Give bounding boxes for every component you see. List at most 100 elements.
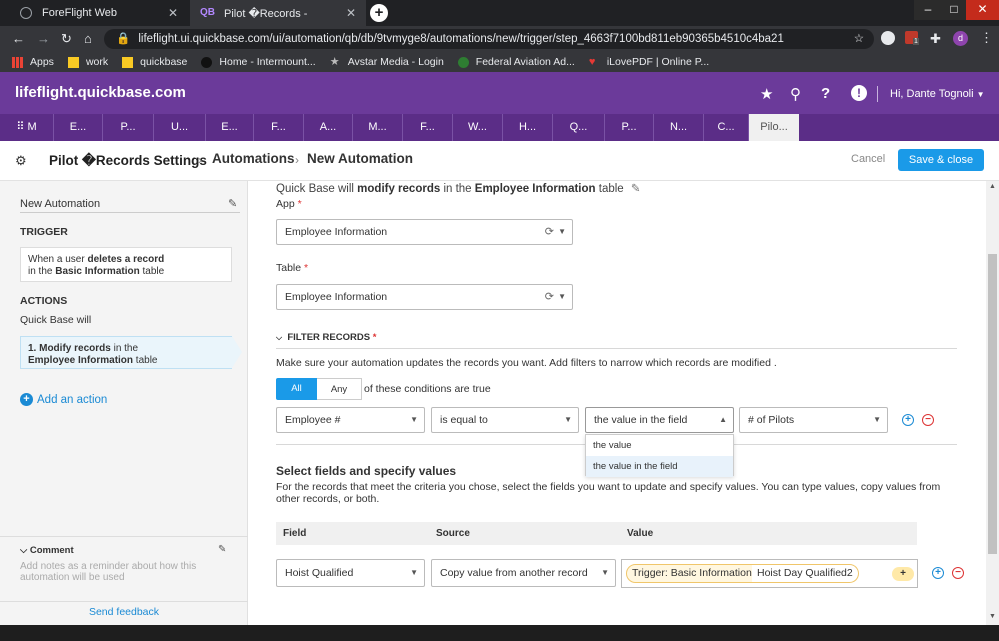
bookmark-faa[interactable]: Federal Aviation Ad... [457, 56, 575, 68]
refresh-icon[interactable]: ⟳ [545, 285, 554, 309]
pencil-icon[interactable]: ✎ [631, 183, 641, 195]
app-select[interactable]: Employee Information ⟳ ▼ [276, 219, 573, 245]
bookmark-ilovepdf[interactable]: ♥ iLovePDF | Online P... [589, 56, 709, 68]
condition-value-type-select[interactable]: the value in the field ▲ [585, 407, 734, 433]
pencil-icon[interactable]: ✎ [218, 544, 226, 555]
trigger-token[interactable]: Trigger: Basic Information [626, 564, 758, 583]
automation-name[interactable]: New Automation [20, 198, 100, 210]
remove-condition-icon[interactable]: − [922, 414, 934, 426]
app-tab[interactable]: N... [654, 114, 704, 141]
bookmark-intermountain[interactable]: Home - Intermount... [201, 56, 316, 68]
app-tab[interactable]: E... [54, 114, 103, 141]
browser-tab-foreflight[interactable]: ForeFlight Web ✕ [10, 0, 188, 26]
app-tab[interactable]: W... [453, 114, 503, 141]
add-action-button[interactable]: + Add an action [20, 393, 107, 406]
close-tab-icon[interactable]: ✕ [168, 6, 178, 20]
close-tab-icon[interactable]: ✕ [346, 6, 356, 20]
grid-icon: ⠿ [16, 121, 25, 133]
url-input[interactable]: 🔒 lifeflight.ui.quickbase.com/ui/automati… [104, 29, 874, 49]
gear-icon[interactable]: ⚙ [15, 153, 27, 169]
scroll-down-icon[interactable]: ▼ [989, 613, 996, 620]
app-tab[interactable]: P... [605, 114, 654, 141]
tab-title: ForeFlight Web [42, 7, 117, 19]
cancel-button[interactable]: Cancel [851, 153, 885, 165]
dropdown-option[interactable]: the value [586, 435, 733, 456]
favorites-star-icon[interactable]: ★ [760, 85, 773, 103]
bookmark-star-icon[interactable]: ☆ [854, 29, 864, 49]
row-source-select[interactable]: Copy value from another record ▼ [431, 559, 616, 587]
scroll-up-icon[interactable]: ▲ [989, 183, 996, 190]
field-token[interactable]: Hoist Day Qualified2 [752, 564, 859, 583]
app-tab[interactable]: H... [503, 114, 553, 141]
app-tab[interactable]: F... [403, 114, 453, 141]
app-label: App * [276, 198, 302, 210]
app-tab[interactable]: C... [704, 114, 749, 141]
trigger-card[interactable]: When a user deletes a record in the Basi… [20, 247, 232, 282]
breadcrumb-automations[interactable]: Automations [212, 151, 295, 166]
user-menu[interactable]: Hi, Dante Tognoli ▼ [890, 88, 985, 100]
table-select[interactable]: Employee Information ⟳ ▼ [276, 284, 573, 310]
browser-menu-icon[interactable]: ⋮ [980, 30, 993, 46]
action-card[interactable]: 1. Modify records in the Employee Inform… [20, 336, 242, 369]
app-tab[interactable]: A... [304, 114, 353, 141]
save-close-button[interactable]: Save & close [898, 149, 984, 171]
filter-records-toggle[interactable]: ⌵ FILTER RECORDS * [276, 332, 376, 343]
condition-field-select[interactable]: Employee # ▼ [276, 407, 425, 433]
condition-value-select[interactable]: # of Pilots ▼ [739, 407, 888, 433]
condition-operator-select[interactable]: is equal to ▼ [431, 407, 579, 433]
app-tab[interactable]: Q... [553, 114, 605, 141]
send-feedback-link[interactable]: Send feedback [0, 606, 248, 618]
row-field-select[interactable]: Hoist Qualified ▼ [276, 559, 425, 587]
app-tab[interactable]: E... [206, 114, 254, 141]
add-row-icon[interactable]: + [932, 567, 944, 579]
table-label: Table * [276, 262, 308, 274]
app-tab-active[interactable]: Pilo... [749, 114, 799, 141]
refresh-icon[interactable]: ⟳ [545, 220, 554, 244]
add-condition-icon[interactable]: + [902, 414, 914, 426]
comment-toggle[interactable]: ⌵ Comment [20, 545, 74, 556]
tab-label: E... [69, 121, 87, 133]
tab-home[interactable]: ⠿ M [0, 114, 54, 141]
pencil-icon[interactable]: ✎ [228, 197, 237, 210]
bookmark-quickbase[interactable]: quickbase [122, 56, 187, 68]
comment-input[interactable]: Add notes as a reminder about how this a… [20, 561, 220, 583]
app-tab[interactable]: F... [254, 114, 304, 141]
maximize-window-button[interactable]: □ [940, 0, 968, 20]
caret-down-icon: ▼ [873, 415, 881, 424]
close-window-button[interactable]: ✕ [966, 0, 999, 20]
remove-row-icon[interactable]: − [952, 567, 964, 579]
bookmark-work[interactable]: work [67, 56, 108, 68]
breadcrumb-settings[interactable]: Pilot �Records Settings [49, 153, 207, 169]
match-any-button[interactable]: Any [317, 378, 362, 400]
main-scrollbar[interactable]: ▲ ▼ [986, 181, 999, 625]
browser-tab-pilot-records[interactable]: QB Pilot �Records - ✕ [190, 0, 366, 26]
forward-icon[interactable]: → [37, 31, 50, 46]
brand-link[interactable]: lifeflight.quickbase.com [15, 84, 186, 101]
home-icon[interactable]: ⌂ [84, 31, 92, 46]
reload-icon[interactable]: ↻ [61, 31, 72, 47]
extension-circle-icon[interactable] [881, 31, 895, 45]
bookmark-apps[interactable]: Apps [12, 56, 54, 68]
chevron-right-icon: › [295, 153, 299, 167]
alert-icon[interactable]: ! [851, 85, 867, 101]
app-tab[interactable]: P... [103, 114, 154, 141]
match-all-button[interactable]: All [276, 378, 317, 400]
extensions-puzzle-icon[interactable]: ✚ [930, 31, 941, 47]
app-tab[interactable]: U... [154, 114, 206, 141]
profile-avatar[interactable]: d [953, 31, 968, 46]
insert-field-button[interactable]: + [892, 567, 914, 581]
search-icon[interactable]: ⚲ [790, 85, 801, 103]
row-value-input[interactable]: Trigger: Basic Information Hoist Day Qua… [621, 559, 918, 588]
column-header-field: Field [283, 528, 307, 539]
action-summary: Quick Base will modify records in the Em… [276, 181, 641, 195]
minimize-window-button[interactable]: – [914, 0, 942, 20]
scrollbar-thumb[interactable] [988, 254, 997, 554]
new-tab-button[interactable]: + [370, 4, 388, 22]
chevron-down-icon: ⌵ [20, 545, 28, 556]
help-icon[interactable]: ? [821, 85, 830, 102]
app-tab[interactable]: M... [353, 114, 403, 141]
dropdown-option-selected[interactable]: the value in the field [586, 456, 733, 477]
automation-editor: Quick Base will modify records in the Em… [248, 181, 986, 625]
back-icon[interactable]: ← [12, 31, 25, 46]
bookmark-avstar[interactable]: ★ Avstar Media - Login [330, 56, 444, 68]
